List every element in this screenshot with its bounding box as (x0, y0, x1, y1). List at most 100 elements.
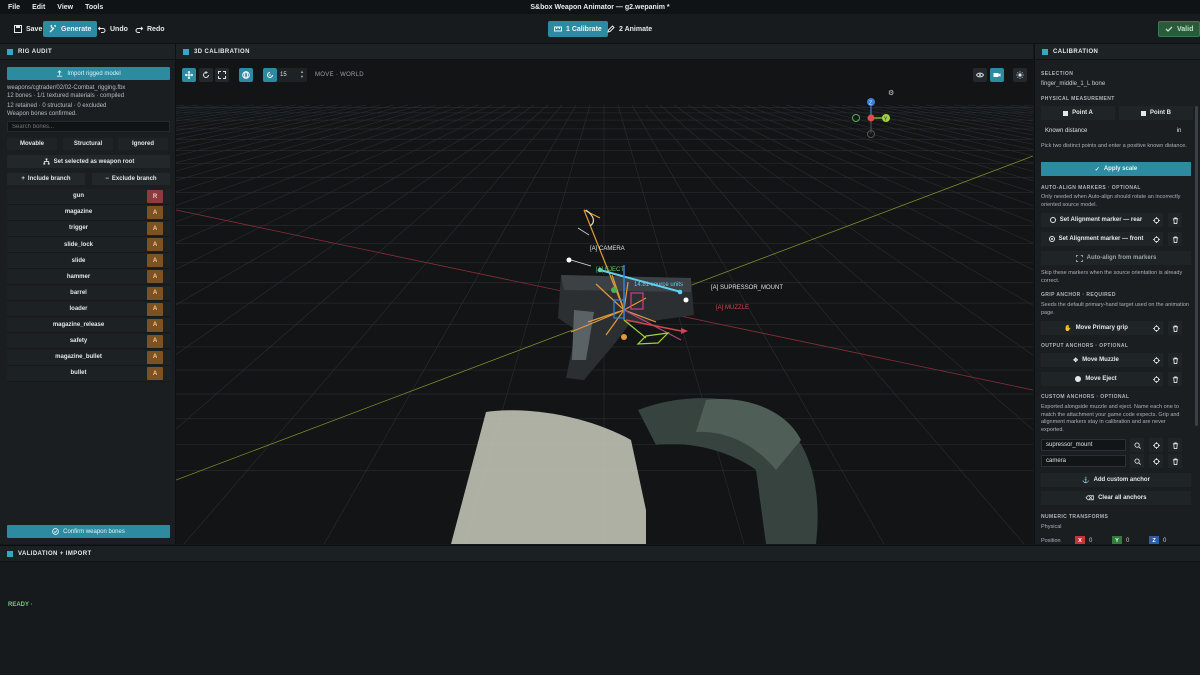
exclude-branch-label: Exclude branch (111, 176, 157, 182)
bone-row[interactable]: hammer A (7, 269, 170, 286)
move-eject-button[interactable]: Move Eject (1041, 372, 1151, 386)
bone-role-badge[interactable]: R (147, 190, 163, 203)
bone-role-badge[interactable]: A (147, 270, 163, 284)
calibration-scrollbar[interactable] (1195, 106, 1198, 426)
point-a-button[interactable]: Point A (1041, 106, 1115, 120)
custom-1-target-button[interactable] (1149, 438, 1163, 452)
bone-role-badge[interactable]: A (147, 367, 163, 381)
3d-viewport[interactable]: [A] CAMERA [A] EJECT 14.81 source units … (176, 60, 1033, 544)
snap-toggle[interactable] (263, 68, 277, 82)
bone-row[interactable]: gun R (7, 189, 170, 205)
custom-anchor-2-input[interactable]: camera (1041, 455, 1126, 467)
x-position-value[interactable]: 0 (1089, 538, 1092, 544)
auto-align-button[interactable]: Auto-align from markers (1041, 251, 1191, 265)
bone-role-badge[interactable]: A (147, 222, 163, 236)
undo-button[interactable]: Undo (92, 21, 134, 37)
marker-front-button[interactable]: Set Alignment marker — front (1041, 232, 1151, 246)
bone-row[interactable]: barrel A (7, 285, 170, 302)
known-distance-input[interactable]: Known distance (1041, 125, 1161, 137)
marker-front-target-button[interactable] (1149, 232, 1163, 246)
grip-target-button[interactable] (1149, 321, 1163, 335)
unit-select[interactable]: in (1165, 125, 1193, 137)
camera-view-button[interactable] (990, 68, 1004, 82)
include-branch-button[interactable]: + Include branch (7, 173, 85, 185)
set-weapon-root-button[interactable]: Set selected as weapon root (7, 155, 170, 168)
import-model-button[interactable]: Import rigged model (7, 67, 170, 80)
valid-badge[interactable]: Valid (1158, 21, 1200, 37)
bone-role-badge[interactable]: A (147, 238, 163, 252)
point-b-button[interactable]: Point B (1119, 106, 1193, 120)
gizmo-settings-icon[interactable]: ⚙ (888, 89, 894, 97)
snap-angle-input[interactable]: 15 ▲ ▼ (277, 68, 307, 82)
grip-delete-button[interactable] (1168, 321, 1182, 335)
bone-row[interactable]: slide_lock A (7, 237, 170, 253)
marker-rear-button[interactable]: Set Alignment marker — rear (1041, 213, 1151, 227)
step-calibrate-tab[interactable]: 1 Calibrate (548, 21, 608, 37)
custom-1-locate-button[interactable] (1130, 438, 1144, 452)
custom-2-delete-button[interactable] (1168, 454, 1182, 468)
move-grip-button[interactable]: ✋ Move Primary grip (1041, 321, 1151, 335)
view-eye-button[interactable] (973, 68, 987, 82)
filter-movable[interactable]: Movable (7, 138, 57, 150)
bone-role-badge[interactable]: A (147, 254, 163, 268)
marker-front-delete-button[interactable] (1168, 232, 1182, 246)
spinner-icon[interactable]: ▲ ▼ (300, 69, 304, 79)
bone-row[interactable]: magazine_release A (7, 317, 170, 334)
eject-target-button[interactable] (1149, 372, 1163, 386)
bone-row[interactable]: magazine_bullet A (7, 349, 170, 366)
add-custom-anchor-button[interactable]: ⚓ Add custom anchor (1041, 473, 1191, 487)
filter-ignored[interactable]: Ignored (118, 138, 168, 150)
custom-1-delete-button[interactable] (1168, 438, 1182, 452)
world-space-toggle[interactable] (239, 68, 253, 82)
exclude-branch-button[interactable]: − Exclude branch (92, 173, 170, 185)
menu-file[interactable]: File (8, 4, 20, 11)
bone-role-badge[interactable]: A (147, 206, 163, 220)
rotate-tool-button[interactable] (199, 68, 213, 82)
include-branch-label: Include branch (27, 176, 71, 182)
step-animate-tab[interactable]: 2 Animate (601, 21, 658, 37)
generate-button[interactable]: Generate (43, 21, 98, 37)
confirm-bones-button[interactable]: Confirm weapon bones (7, 525, 170, 538)
point-b-icon (1141, 110, 1146, 116)
z-position-value[interactable]: 0 (1163, 538, 1166, 544)
move-tool-button[interactable] (182, 68, 196, 82)
menu-view[interactable]: View (57, 4, 73, 11)
bone-row[interactable]: bullet A (7, 366, 170, 382)
eject-delete-button[interactable] (1168, 372, 1182, 386)
filter-structural[interactable]: Structural (63, 138, 113, 150)
clear-anchors-label: Clear all anchors (1098, 495, 1147, 501)
muzzle-target-button[interactable] (1149, 353, 1163, 367)
y-position-value[interactable]: 0 (1126, 538, 1129, 544)
redo-button[interactable]: Redo (129, 21, 171, 37)
custom-anchor-1-input[interactable]: supressor_mount (1041, 439, 1126, 451)
rig-audit-title: RIG AUDIT (18, 48, 53, 55)
move-eject-label: Move Eject (1085, 376, 1117, 382)
apply-scale-button[interactable]: ✓ Apply scale (1041, 162, 1191, 176)
generate-label: Generate (61, 25, 92, 33)
bone-role-badge[interactable]: A (147, 334, 163, 348)
target-icon (1152, 457, 1160, 465)
bone-row[interactable]: magazine A (7, 205, 170, 221)
bone-row[interactable]: trigger A (7, 221, 170, 237)
custom-2-target-button[interactable] (1149, 454, 1163, 468)
bone-row[interactable]: safety A (7, 333, 170, 350)
bone-role-badge[interactable]: A (147, 350, 163, 364)
custom-note: Exported alongside muzzle and eject. Nam… (1041, 404, 1180, 433)
scale-tool-button[interactable] (215, 68, 229, 82)
file-stats: 12 bones · 1/1 textured materials · comp… (7, 93, 125, 99)
muzzle-delete-button[interactable] (1168, 353, 1182, 367)
bone-search-input[interactable] (7, 121, 170, 132)
lighting-button[interactable] (1013, 68, 1027, 82)
menu-tools[interactable]: Tools (85, 4, 103, 11)
marker-rear-delete-button[interactable] (1168, 213, 1182, 227)
bone-role-badge[interactable]: A (147, 302, 163, 316)
bone-row[interactable]: loader A (7, 301, 170, 318)
menu-edit[interactable]: Edit (32, 4, 45, 11)
bone-row[interactable]: slide A (7, 253, 170, 269)
bone-role-badge[interactable]: A (147, 286, 163, 300)
move-muzzle-button[interactable]: ✥ Move Muzzle (1041, 353, 1151, 367)
custom-2-locate-button[interactable] (1130, 454, 1144, 468)
bone-role-badge[interactable]: A (147, 318, 163, 332)
clear-anchors-button[interactable]: ⌫ Clear all anchors (1041, 491, 1191, 505)
marker-rear-target-button[interactable] (1149, 213, 1163, 227)
